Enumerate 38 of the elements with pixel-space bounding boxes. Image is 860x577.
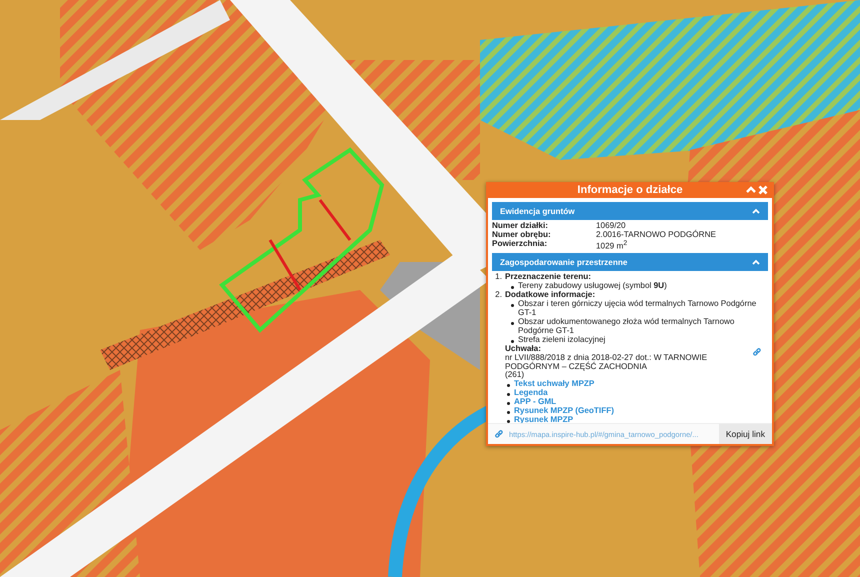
close-icon[interactable]: [758, 185, 768, 195]
bullet-icon: [507, 420, 510, 423]
copy-link-button[interactable]: Kopiuj link: [718, 424, 772, 444]
section-header[interactable]: Ewidencja gruntów: [492, 202, 768, 220]
item-heading: Dodatkowe informacje:: [505, 291, 596, 300]
field-value: 1029 m$^{2}$: [596, 240, 628, 252]
list-text: Obszar udokumentowanego złoża wód termalnych Tarnowo Podgórne GT-1: [518, 318, 736, 336]
list-number: 1.: [494, 273, 502, 284]
bullet-icon: [511, 322, 514, 325]
resolution-heading: Uchwała:: [505, 344, 541, 354]
field-value: 2.0016-TARNOWO PODGÓRNE: [596, 230, 717, 240]
list-text: Obszar i teren górniczy ujęcia wód termalnych Tarnowo Podgórne GT-1: [518, 300, 758, 318]
popup-title: Informacje o działce: [577, 184, 683, 196]
bullet-icon: [511, 286, 514, 290]
section-header[interactable]: Zagospodarowanie przestrzenne: [492, 253, 768, 272]
bullet-icon: [511, 304, 514, 308]
document-link[interactable]: Legenda: [514, 389, 548, 398]
list-text: Strefa zieleni izolacyjnej: [518, 336, 606, 345]
field-label: Powierzchnia:: [492, 240, 548, 250]
field-label: Numer działki:: [492, 222, 549, 231]
document-link[interactable]: Tekst uchwały MPZP: [514, 380, 594, 390]
field-value: 1069/20: [596, 222, 627, 231]
list-text: Tereny zabudowy usługowej (symbol 9U): [518, 282, 667, 291]
resolution-number: (261): [505, 371, 526, 380]
collapse-icon[interactable]: [746, 185, 756, 195]
bullet-icon: [511, 340, 514, 343]
bullet-icon: [507, 402, 510, 406]
bullet-icon: [507, 393, 510, 396]
link-icon: [494, 429, 504, 439]
bullet-icon: [507, 411, 510, 414]
item-heading: Przeznaczenie terenu:: [505, 273, 592, 282]
resolution-text: nr LVII/888/2018 z dnia 2018-02-27 dot.: W TARNOWIE PODGÓRNYM – CZĘŚĆ ZACHODNIA: [505, 354, 708, 371]
bullet-icon: [507, 384, 510, 388]
field-label: Numer obrębu:: [492, 230, 552, 240]
document-link[interactable]: Rysunek MPZP (GeoTIFF): [514, 407, 614, 416]
list-number: 2.: [494, 291, 502, 302]
link-icon: [752, 346, 762, 357]
document-link[interactable]: APP - GML: [514, 398, 556, 408]
